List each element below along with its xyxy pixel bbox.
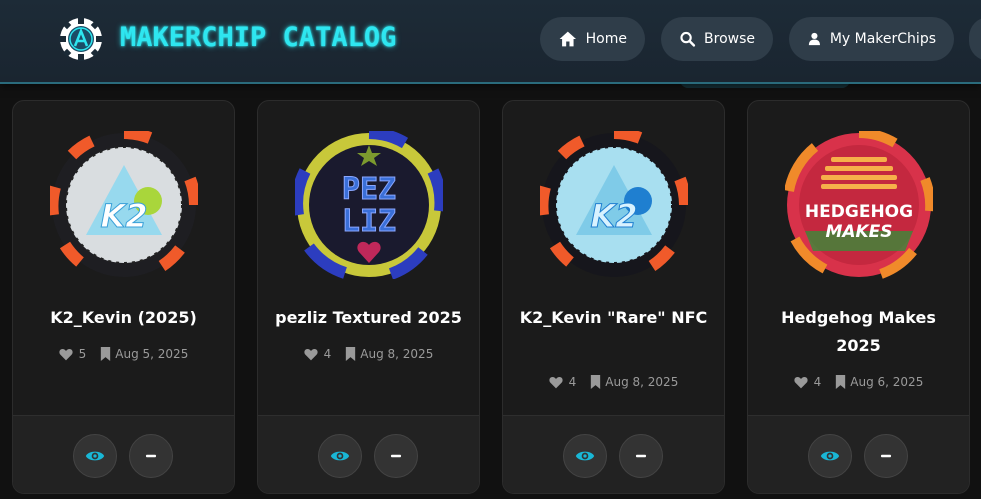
chip-image[interactable]: PEZ LIZ [291,127,447,280]
nav-home-label: Home [585,31,627,47]
chip-card[interactable]: PEZ LIZ pezliz Textured 2025 4 Aug 8, 20… [257,100,480,494]
date-label: Aug 6, 2025 [850,375,924,389]
like-count: 4 [323,347,332,361]
nav-my-makerchips-label: My MakerChips [829,31,936,47]
nav-my-makerchips-button[interactable]: My MakerChips [789,17,954,61]
card-meta: 4 Aug 8, 2025 [503,375,724,389]
card-actions [73,434,173,478]
card-meta: 4 Aug 6, 2025 [748,375,969,389]
top-header: MAKERCHIP CATALOG Home Browse My MakerCh… [0,0,981,84]
eye-icon [820,451,840,461]
user-icon [808,32,820,46]
heart-icon [59,348,73,360]
card-title[interactable]: K2_Kevin "Rare" NFC [513,304,714,332]
chip-image[interactable]: K2 [536,127,691,279]
card-date: Aug 8, 2025 [345,347,433,361]
chip-card[interactable]: K2 K2_Kevin (2025) 5 Aug 5, 2025 [12,100,235,494]
bookmark-icon [346,347,356,361]
bookmark-icon [101,347,111,361]
card-actions [808,434,908,478]
card-title[interactable]: K2_Kevin (2025) [23,304,224,332]
date-label: Aug 5, 2025 [115,347,189,361]
eye-icon [575,451,595,461]
like-count: 4 [568,375,577,389]
remove-button[interactable] [129,434,173,478]
card-date: Aug 8, 2025 [590,375,678,389]
card-date: Aug 6, 2025 [835,375,923,389]
card-footer [503,415,724,493]
nav-more-button[interactable] [969,17,981,61]
card-footer [13,415,234,493]
remove-button[interactable] [864,434,908,478]
like-count: 5 [78,347,87,361]
heart-icon [794,376,808,388]
minus-icon [636,454,646,458]
nav-home-button[interactable]: Home [540,17,645,61]
nav-browse-label: Browse [704,31,755,47]
view-button[interactable] [318,434,362,478]
card-actions [318,434,418,478]
eye-icon [330,451,350,461]
svg-text:K2: K2 [100,197,147,235]
nav-browse-button[interactable]: Browse [661,17,773,61]
svg-text:HEDGEHOG: HEDGEHOG [805,202,913,222]
bookmark-icon [836,375,846,389]
chip-image[interactable]: HEDGEHOG MAKES [784,128,936,279]
minus-icon [881,454,891,458]
like-count: 4 [813,375,822,389]
card-meta: 5 Aug 5, 2025 [13,347,234,361]
card-actions [563,434,663,478]
chip-card[interactable]: K2 K2_Kevin "Rare" NFC 4 Aug 8, 2025 [502,100,725,494]
svg-text:LIZ: LIZ [342,204,396,239]
remove-button[interactable] [374,434,418,478]
view-button[interactable] [808,434,852,478]
heart-icon [304,348,318,360]
card-footer [748,415,969,493]
card-date: Aug 5, 2025 [100,347,188,361]
bookmark-icon [591,375,601,389]
card-title[interactable]: Hedgehog Makes 2025 [758,304,959,360]
eye-icon [85,451,105,461]
svg-text:PEZ: PEZ [342,172,396,207]
svg-text:K2: K2 [590,197,637,235]
svg-text:MAKES: MAKES [825,222,892,242]
view-button[interactable] [563,434,607,478]
card-meta: 4 Aug 8, 2025 [258,347,479,361]
heart-icon [549,376,563,388]
search-icon [680,31,696,47]
remove-button[interactable] [619,434,663,478]
date-label: Aug 8, 2025 [360,347,434,361]
app-title: MAKERCHIP CATALOG [120,22,397,53]
chip-image[interactable]: K2 [46,127,201,279]
home-icon [559,31,577,47]
card-title[interactable]: pezliz Textured 2025 [268,304,469,332]
chip-card[interactable]: HEDGEHOG MAKES Hedgehog Makes 2025 4 Aug… [747,100,970,494]
card-footer [258,415,479,493]
makerchip-logo-icon[interactable] [58,16,104,62]
minus-icon [146,454,156,458]
minus-icon [391,454,401,458]
date-label: Aug 8, 2025 [605,375,679,389]
view-button[interactable] [73,434,117,478]
